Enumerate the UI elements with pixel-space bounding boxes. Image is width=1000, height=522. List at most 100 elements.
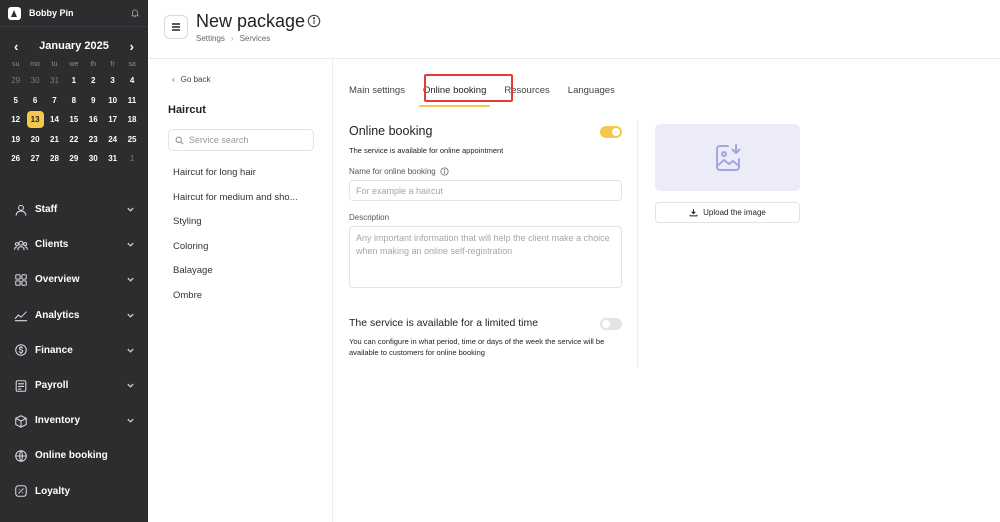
calendar-day[interactable]: 21 (45, 130, 64, 150)
chevron-down-icon (127, 207, 134, 212)
tab-resources[interactable]: Resources (504, 74, 549, 104)
calendar-day[interactable]: 27 (25, 149, 44, 169)
calendar-day[interactable]: 2 (84, 71, 103, 91)
calendar-day[interactable]: 23 (84, 130, 103, 150)
service-list-item[interactable]: Balayage (173, 264, 313, 289)
calendar-header: ‹ January 2025 › (6, 39, 142, 53)
online-booking-toggle[interactable] (600, 126, 622, 138)
calendar-day[interactable]: 29 (6, 71, 25, 91)
nav-item-online-booking[interactable]: Online booking (0, 438, 148, 473)
calendar-day[interactable]: 30 (84, 149, 103, 169)
limited-time-toggle[interactable] (600, 318, 622, 330)
calendar-day[interactable]: 1 (122, 149, 141, 169)
mini-calendar: ‹ January 2025 › su mo tu we th fr sa 29 30 31 1 2 3… (0, 27, 148, 169)
calendar-day-today[interactable]: 13 (25, 110, 44, 130)
calendar-day[interactable]: 10 (103, 91, 122, 111)
calendar-day[interactable]: 22 (64, 130, 83, 150)
breadcrumb: Settings › Services (196, 34, 270, 43)
booking-name-input[interactable] (349, 180, 622, 201)
calendar-day[interactable]: 25 (122, 130, 141, 150)
calendar-day[interactable]: 19 (6, 130, 25, 150)
go-back-label: Go back (180, 75, 211, 84)
nav-item-label: Staff (35, 204, 58, 216)
nav-item-clients[interactable]: Clients (0, 227, 148, 262)
menu-toggle-button[interactable] (164, 15, 188, 39)
description-label-text: Description (349, 213, 390, 222)
calendar-day[interactable]: 17 (103, 110, 122, 130)
image-placeholder[interactable] (655, 124, 800, 191)
tab-online-booking[interactable]: Online booking (418, 74, 491, 107)
payroll-icon (15, 379, 27, 392)
calendar-day[interactable]: 15 (64, 110, 83, 130)
service-search (168, 129, 314, 151)
service-list-item[interactable]: Ombre (173, 289, 313, 314)
limited-time-description: You can configure in what period, time o… (349, 337, 605, 357)
download-icon (689, 209, 698, 217)
nav-item-analytics[interactable]: Analytics (0, 298, 148, 333)
upload-image-button[interactable]: Upload the image (655, 202, 800, 223)
breadcrumb-services[interactable]: Services (240, 34, 271, 43)
weekday-label: sa (128, 61, 136, 68)
calendar-day[interactable]: 7 (45, 91, 64, 111)
info-icon[interactable] (440, 167, 449, 176)
nav-item-label: Online booking (35, 450, 108, 462)
upload-image-label: Upload the image (703, 208, 766, 217)
nav-item-finance[interactable]: Finance (0, 333, 148, 368)
calendar-day[interactable]: 3 (103, 71, 122, 91)
calendar-day[interactable]: 12 (6, 110, 25, 130)
calendar-day[interactable]: 18 (122, 110, 141, 130)
calendar-day[interactable]: 8 (64, 91, 83, 111)
service-list-item[interactable]: Coloring (173, 240, 313, 265)
weekday-label: th (90, 61, 97, 68)
calendar-day[interactable]: 30 (25, 71, 44, 91)
calendar-day[interactable]: 4 (122, 71, 141, 91)
calendar-day[interactable]: 29 (64, 149, 83, 169)
service-search-input[interactable] (188, 135, 307, 145)
next-month-button[interactable]: › (130, 40, 134, 53)
bell-icon[interactable] (130, 8, 140, 18)
weekday-label: tu (51, 61, 58, 68)
image-upload-icon (715, 143, 740, 171)
info-icon[interactable] (307, 14, 321, 28)
finance-icon (15, 344, 27, 357)
calendar-day[interactable]: 31 (45, 71, 64, 91)
prev-month-button[interactable]: ‹ (14, 40, 18, 53)
calendar-day[interactable]: 9 (84, 91, 103, 111)
tab-languages[interactable]: Languages (568, 74, 615, 104)
go-back-link[interactable]: ‹ Go back (172, 75, 210, 84)
calendar-day[interactable]: 24 (103, 130, 122, 150)
calendar-day[interactable]: 1 (64, 71, 83, 91)
calendar-day[interactable]: 28 (45, 149, 64, 169)
limited-time-title: The service is available for a limited t… (349, 317, 539, 329)
calendar-day[interactable]: 16 (84, 110, 103, 130)
nav-item-loyalty[interactable]: Loyalty (0, 474, 148, 509)
nav-item-label: Overview (35, 274, 80, 286)
service-list-item[interactable]: Styling (173, 215, 313, 240)
nav-item-overview[interactable]: Overview (0, 262, 148, 297)
nav-item-payroll[interactable]: Payroll (0, 368, 148, 403)
calendar-day[interactable]: 26 (6, 149, 25, 169)
calendar-day[interactable]: 31 (103, 149, 122, 169)
chevron-down-icon (127, 348, 134, 353)
breadcrumb-settings[interactable]: Settings (196, 34, 225, 43)
user-name: Bobby Pin (29, 8, 74, 18)
calendar-day[interactable]: 5 (6, 91, 25, 111)
service-list-item[interactable]: Haircut for long hair (173, 166, 313, 191)
brand-bar: Bobby Pin (0, 0, 148, 27)
calendar-day[interactable]: 11 (122, 91, 141, 111)
chevron-down-icon (127, 313, 134, 318)
tab-main-settings[interactable]: Main settings (349, 74, 405, 104)
chevron-left-icon: ‹ (172, 75, 175, 84)
service-category-title: Haircut (168, 104, 206, 116)
form-divider (637, 120, 638, 368)
description-label: Description (349, 213, 389, 222)
nav-item-inventory[interactable]: Inventory (0, 403, 148, 438)
nav-item-staff[interactable]: Staff (0, 192, 148, 227)
nav-item-label: Inventory (35, 415, 81, 427)
calendar-day[interactable]: 14 (45, 110, 64, 130)
service-list-item[interactable]: Haircut for medium and sho... (173, 191, 313, 216)
loyalty-icon (15, 485, 27, 497)
calendar-day[interactable]: 6 (25, 91, 44, 111)
calendar-day[interactable]: 20 (25, 130, 44, 150)
description-textarea[interactable] (349, 226, 622, 288)
